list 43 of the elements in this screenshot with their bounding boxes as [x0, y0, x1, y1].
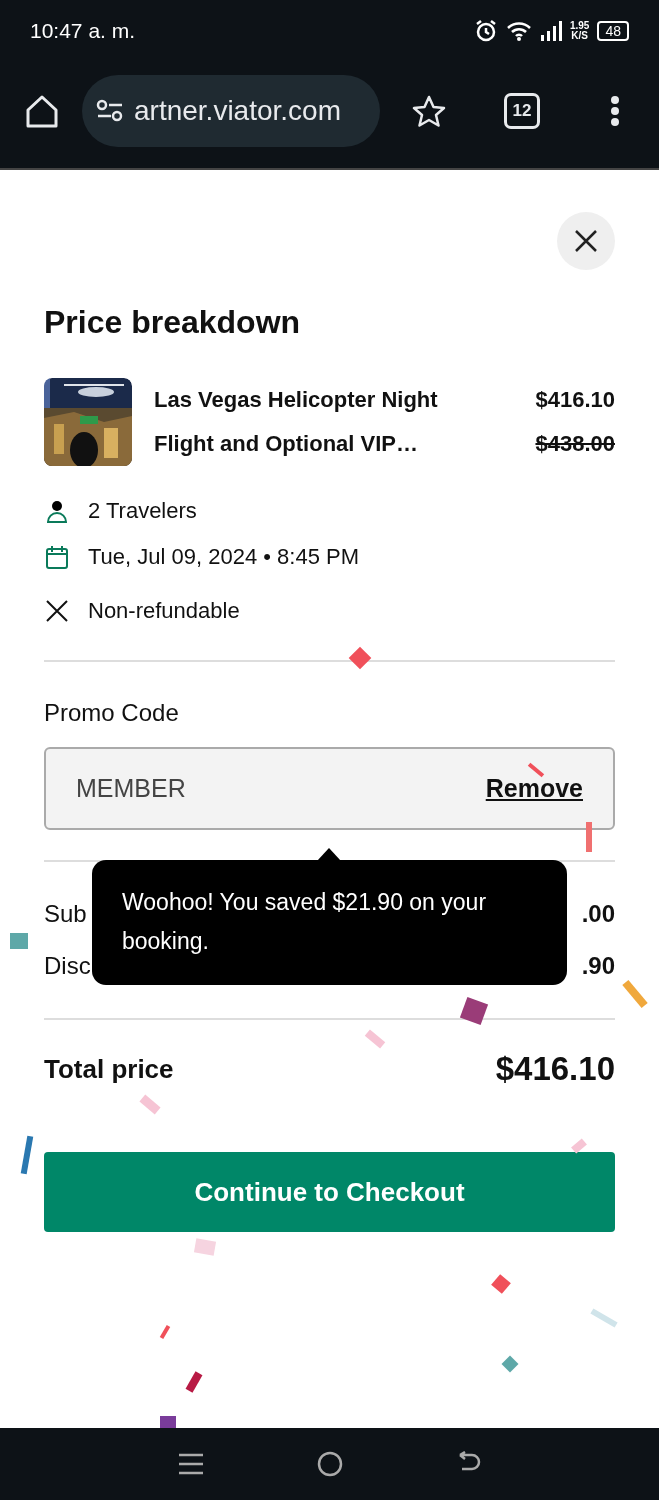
summary-label: Disc — [44, 951, 91, 981]
confetti-piece — [10, 933, 28, 949]
star-icon[interactable] — [412, 95, 446, 127]
menu-icon[interactable] — [610, 95, 620, 127]
confetti-piece — [586, 822, 592, 852]
address-bar[interactable]: artner.viator.com — [82, 75, 380, 147]
detail-text: Non-refundable — [88, 598, 240, 624]
confetti-piece — [571, 1138, 587, 1154]
clock-time: 10:47 a. m. — [30, 19, 136, 43]
confetti-piece — [160, 1416, 176, 1428]
summary-value: .90 — [581, 951, 615, 981]
home-icon[interactable] — [315, 1450, 344, 1478]
checkout-button[interactable]: Continue to Checkout — [44, 1152, 615, 1232]
confetti-piece — [193, 1238, 217, 1256]
promo-field[interactable]: MEMBER Remove — [44, 747, 615, 830]
battery-level: 48 — [597, 21, 629, 41]
remove-link[interactable]: Remove — [485, 774, 583, 803]
summary-label: Sub — [44, 899, 87, 929]
person-icon — [44, 498, 70, 524]
close-icon — [574, 229, 598, 253]
speed-unit: K/S — [571, 31, 588, 41]
detail-text: 2 Travelers — [88, 498, 197, 524]
total-label: Total price — [44, 1053, 174, 1085]
confetti-piece — [159, 1324, 171, 1340]
product-price: $416.10 — [535, 386, 615, 414]
url-text: artner.viator.com — [134, 95, 341, 127]
signal-icon — [539, 21, 562, 41]
home-icon[interactable] — [24, 94, 60, 128]
menu-icon[interactable] — [177, 1452, 204, 1476]
wifi-icon — [505, 20, 532, 42]
summary-value: .00 — [581, 899, 615, 929]
sheet-title: Price breakdown — [44, 303, 302, 342]
original-price: $438.00 — [535, 430, 615, 458]
product-title: Las Vegas Helicopter Night Flight and Optional VIP… — [154, 386, 439, 458]
cross-icon — [44, 598, 70, 624]
network-speed: 1.95 — [569, 21, 590, 31]
promo-label: Promo Code — [44, 699, 180, 727]
total-value: $416.10 — [495, 1050, 615, 1088]
tab-count[interactable]: 12 — [504, 93, 540, 129]
tooltip-arrow — [317, 848, 341, 861]
site-settings-icon[interactable] — [96, 99, 124, 123]
calendar-icon — [44, 544, 70, 570]
detail-text: Tue, Jul 09, 2024 • 8:45 PM — [88, 544, 360, 570]
